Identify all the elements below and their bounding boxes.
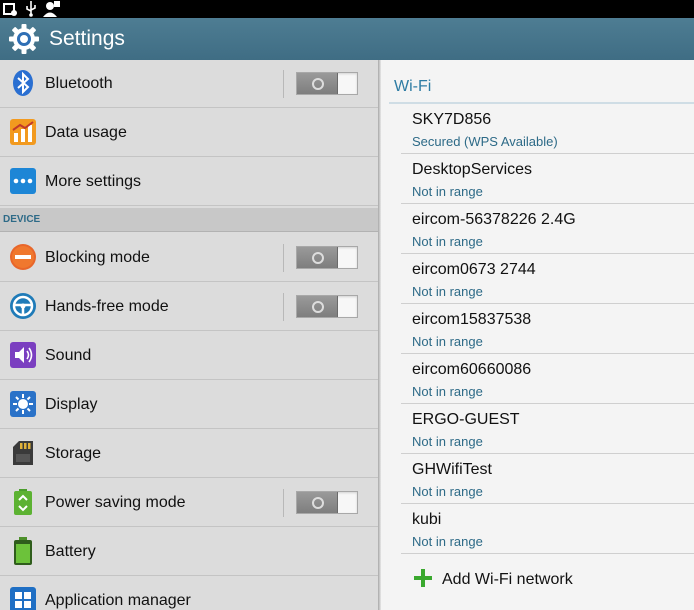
bluetooth-icon — [13, 70, 33, 96]
usb-icon — [26, 1, 36, 17]
wifi-status: Not in range — [412, 184, 483, 199]
status-bar — [0, 0, 694, 18]
toggle-knob — [297, 247, 338, 268]
sound-icon — [10, 342, 36, 368]
wifi-ssid: kubi — [412, 511, 442, 528]
page-title: Settings — [49, 27, 125, 50]
wifi-network-item[interactable]: eircom60660086 Not in range — [401, 354, 694, 404]
storage-icon — [13, 441, 33, 465]
settings-item-sound[interactable]: Sound — [0, 332, 378, 380]
wifi-ssid: DesktopServices — [412, 161, 533, 178]
wifi-status: Not in range — [412, 534, 483, 549]
hands-free-toggle[interactable] — [296, 295, 358, 318]
settings-item-label: More settings — [45, 173, 142, 190]
settings-item-bluetooth[interactable]: Bluetooth — [0, 60, 378, 108]
toggle-knob — [297, 492, 338, 513]
wifi-network-item[interactable]: DesktopServices Not in range — [401, 154, 694, 204]
bluetooth-toggle[interactable] — [296, 72, 358, 95]
wifi-ssid: GHWifiTest — [412, 461, 492, 478]
settings-item-label: Bluetooth — [45, 75, 113, 92]
wifi-network-item[interactable]: SKY7D856 Secured (WPS Available) — [401, 104, 694, 154]
wifi-network-item[interactable]: GHWifiTest Not in range — [401, 454, 694, 504]
wifi-status: Not in range — [412, 434, 483, 449]
section-header-label: DEVICE — [3, 214, 41, 225]
wifi-ssid: eircom60660086 — [412, 361, 532, 378]
plus-icon — [414, 569, 432, 587]
settings-item-label: Data usage — [45, 124, 127, 141]
gear-icon[interactable] — [8, 23, 40, 55]
settings-screen: Settings Bluetooth Data usage More setti… — [0, 0, 694, 610]
wifi-status: Not in range — [412, 284, 483, 299]
settings-item-hands-free-mode[interactable]: Hands-free mode — [0, 283, 378, 331]
wifi-status: Not in range — [412, 484, 483, 499]
blocking-mode-toggle[interactable] — [296, 246, 358, 269]
hands-free-icon — [10, 293, 36, 319]
wifi-ssid: SKY7D856 — [412, 111, 492, 128]
settings-item-label: Battery — [45, 543, 96, 560]
power-saving-toggle[interactable] — [296, 491, 358, 514]
settings-item-more-settings[interactable]: More settings — [0, 158, 378, 206]
settings-list: Bluetooth Data usage More settings DEVIC… — [0, 60, 378, 610]
row-divider — [283, 489, 284, 517]
settings-item-data-usage[interactable]: Data usage — [0, 109, 378, 157]
wifi-ssid: eircom-56378226 2.4G — [412, 211, 576, 228]
wifi-network-item[interactable]: eircom0673 2744 Not in range — [401, 254, 694, 304]
settings-item-blocking-mode[interactable]: Blocking mode — [0, 234, 378, 282]
application-manager-icon — [10, 587, 36, 610]
wifi-network-item[interactable]: eircom-56378226 2.4G Not in range — [401, 204, 694, 254]
settings-item-label: Storage — [45, 445, 102, 462]
wifi-panel: Wi-Fi SKY7D856 Secured (WPS Available) D… — [381, 60, 694, 610]
wifi-status: Not in range — [412, 384, 483, 399]
row-divider — [283, 244, 284, 272]
blocking-mode-icon — [10, 244, 36, 270]
wifi-ssid: eircom15837538 — [412, 311, 532, 328]
wifi-ssid: ERGO-GUEST — [412, 411, 520, 428]
add-wifi-network-button[interactable]: Add Wi-Fi network — [414, 565, 674, 595]
row-divider — [283, 70, 284, 98]
action-bar: Settings — [0, 18, 694, 61]
settings-item-battery[interactable]: Battery — [0, 528, 378, 576]
settings-item-label: Power saving mode — [45, 494, 186, 511]
row-divider — [283, 293, 284, 321]
battery-icon — [14, 537, 32, 565]
settings-item-storage[interactable]: Storage — [0, 430, 378, 478]
settings-item-label: Display — [45, 396, 98, 413]
account-icon — [43, 1, 60, 17]
settings-item-application-manager[interactable]: Application manager — [0, 577, 378, 610]
data-usage-icon — [10, 119, 36, 145]
settings-item-display[interactable]: Display — [0, 381, 378, 429]
toggle-knob — [297, 73, 338, 94]
settings-item-label: Hands-free mode — [45, 298, 169, 315]
wifi-network-item[interactable]: ERGO-GUEST Not in range — [401, 404, 694, 454]
wifi-status: Secured (WPS Available) — [412, 134, 558, 149]
wifi-status: Not in range — [412, 334, 483, 349]
settings-item-power-saving-mode[interactable]: Power saving mode — [0, 479, 378, 527]
notification-icon — [3, 3, 17, 16]
power-saving-icon — [14, 489, 32, 515]
section-header-device: DEVICE — [0, 208, 378, 232]
wifi-network-item[interactable]: eircom15837538 Not in range — [401, 304, 694, 354]
settings-item-label: Blocking mode — [45, 249, 150, 266]
display-icon — [10, 391, 36, 417]
wifi-network-item[interactable]: kubi Not in range — [401, 504, 694, 554]
settings-item-label: Application manager — [45, 592, 191, 609]
wifi-status: Not in range — [412, 234, 483, 249]
add-wifi-network-label: Add Wi-Fi network — [442, 571, 573, 588]
more-settings-icon — [10, 168, 36, 194]
wifi-ssid: eircom0673 2744 — [412, 261, 536, 278]
settings-item-label: Sound — [45, 347, 92, 364]
wifi-header: Wi-Fi — [394, 78, 432, 95]
toggle-knob — [297, 296, 338, 317]
